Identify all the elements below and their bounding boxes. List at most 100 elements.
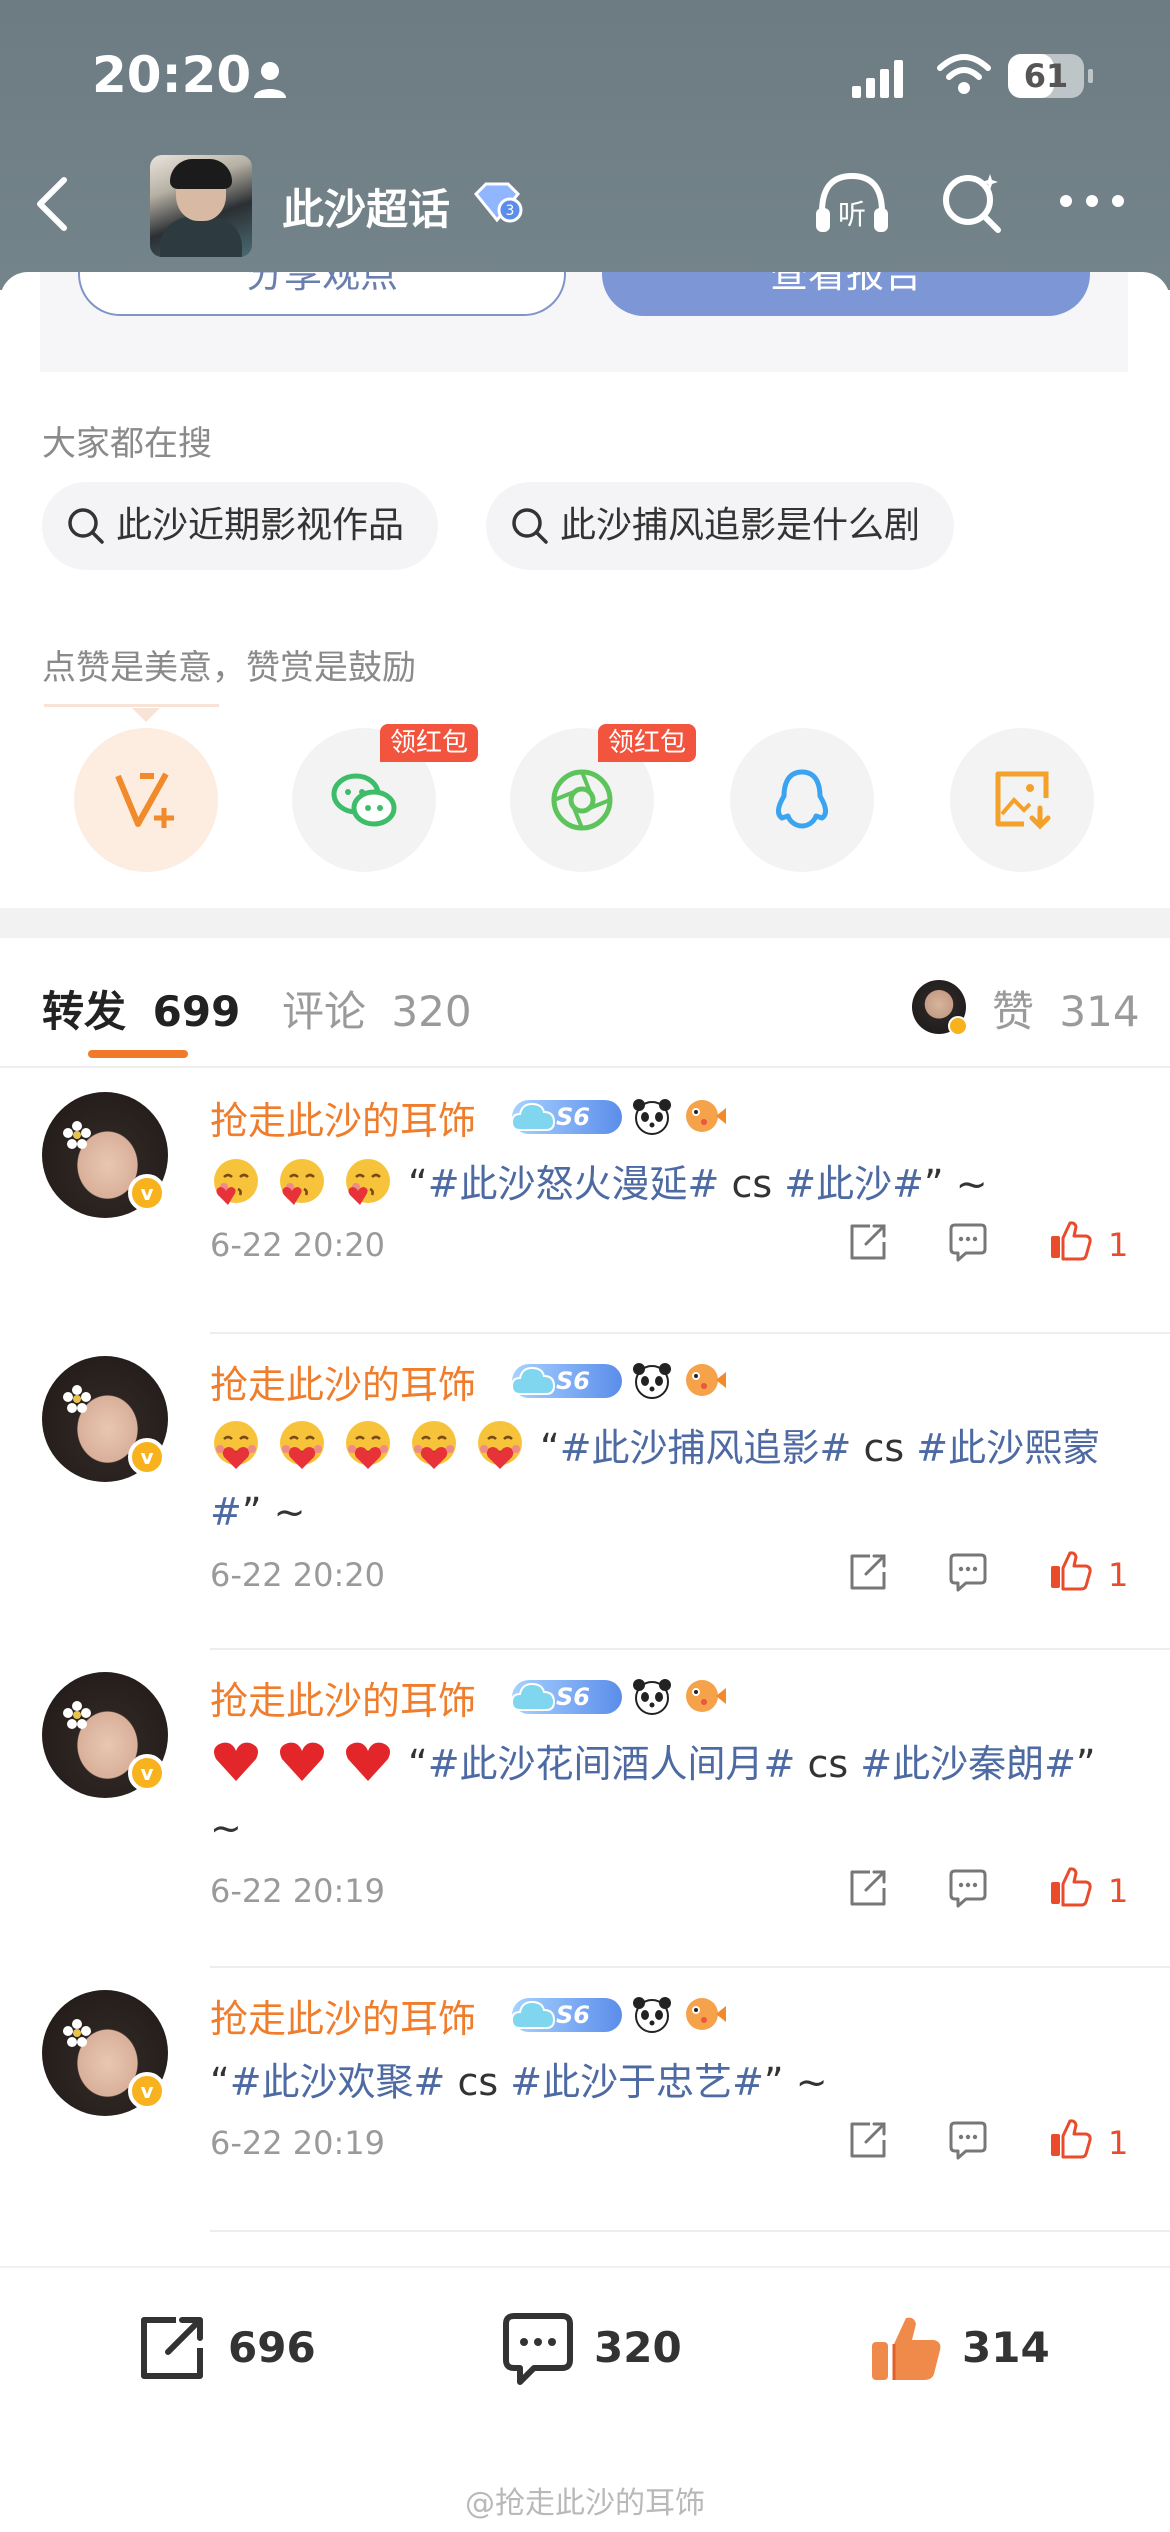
topic-avatar[interactable] [150, 155, 252, 257]
topic-title[interactable]: 此沙超话 [282, 176, 450, 237]
search-icon [68, 508, 104, 544]
user-badges: S6 [510, 1360, 732, 1400]
username[interactable]: 抢走此沙的耳饰 [210, 1988, 476, 2043]
qq-icon [775, 769, 829, 829]
search-chip[interactable]: 此沙捕风追影是什么剧 [486, 482, 955, 570]
repost-item[interactable]: v 抢走此沙的耳饰 S6 “#此沙花间酒人间月# cs #此沙秦朗#” ~ 6-22 2… [0, 1650, 1170, 1968]
nav-bar: 此沙超话 3 听 [0, 150, 1170, 260]
repost-icon [141, 2317, 203, 2379]
search-icon [512, 508, 548, 544]
view-report-button[interactable]: 查看报告 [602, 272, 1090, 316]
quote-close: ” ~ [763, 2060, 828, 2104]
svg-text:听: 听 [838, 198, 866, 231]
vplus-button[interactable] [44, 704, 219, 872]
thumbs-up-icon [872, 2317, 941, 2380]
quote-open: “ [540, 1426, 560, 1470]
listen-icon[interactable]: 听 [812, 168, 892, 238]
quote-open: “ [408, 1162, 428, 1206]
user-badges: S6 [510, 1096, 732, 1136]
share-row: 领红包 领红包 [0, 704, 1170, 888]
topic-tag[interactable]: #此沙捕风追影# [560, 1426, 852, 1470]
quote-open: “ [210, 2060, 230, 2104]
save-image-icon [995, 771, 1051, 830]
red-packet-badge: 领红包 [598, 724, 697, 762]
pufferfish-icon [686, 1998, 726, 2030]
red-heart-emoji [214, 1742, 258, 1781]
post-time: 6-22 20:19 [210, 1872, 386, 1910]
repost-action-icon[interactable] [846, 1866, 890, 1910]
qq-share-button[interactable] [730, 728, 874, 872]
item-separator [210, 2230, 1170, 2232]
like-count: 314 [962, 2323, 1050, 2372]
comment-action-icon[interactable] [946, 1220, 990, 1264]
thumbs-up-icon[interactable] [1048, 1864, 1092, 1908]
topic-tag[interactable]: #此沙于忠艺# [510, 2060, 764, 2104]
comment-action-icon[interactable] [946, 1866, 990, 1910]
cloud-icon [510, 1682, 556, 1711]
header: 20:20 61 此沙超话 3 听 [0, 0, 1170, 290]
item-like-count: 1 [1108, 2124, 1129, 2162]
repost-action-icon[interactable] [846, 1220, 890, 1264]
user-badges: S6 [510, 1676, 732, 1716]
thumbs-up-icon[interactable] [1048, 1218, 1092, 1262]
battery-tip [1088, 69, 1093, 83]
tab-comment[interactable]: 评论 320 [282, 978, 472, 1039]
more-icon[interactable] [1056, 188, 1128, 214]
search-chip[interactable]: 此沙近期影视作品 [42, 482, 439, 570]
post-time: 6-22 20:20 [210, 1226, 386, 1264]
quote-close: ” ~ [923, 1162, 988, 1206]
thumbs-up-icon[interactable] [1048, 1548, 1092, 1592]
repost-count: 696 [228, 2323, 316, 2372]
wifi-icon [937, 54, 991, 94]
topic-tag[interactable]: #此沙怒火漫延# [428, 1162, 720, 1206]
comment-action-icon[interactable] [946, 2118, 990, 2162]
repost-item[interactable]: v 抢走此沙的耳饰 S6 “#此沙捕风追影# cs #此沙熙蒙#” ~ 6-22 20:… [0, 1334, 1170, 1650]
topic-tag[interactable]: #此沙秦朗# [860, 1742, 1076, 1786]
comment-action-icon[interactable] [946, 1550, 990, 1594]
repost-item[interactable]: v 抢走此沙的耳饰 S6 “#此沙欢聚# cs #此沙于忠艺#” ~ 6-22 20:1… [0, 1968, 1170, 2232]
heart-hug-emoji [280, 1421, 324, 1469]
action-card: 分享观点 查看报告 [40, 272, 1128, 372]
topic-tag[interactable]: #此沙花间酒人间月# [428, 1742, 796, 1786]
text-segment: cs [795, 1742, 861, 1786]
share-opinion-button[interactable]: 分享观点 [78, 272, 566, 316]
topic-tag[interactable]: #此沙欢聚# [230, 2060, 446, 2104]
repost-action-icon[interactable] [846, 2118, 890, 2162]
red-heart-emoji [346, 1742, 390, 1781]
back-arrow-icon[interactable] [32, 174, 72, 234]
panda-icon [633, 1363, 671, 1399]
svg-text:3: 3 [506, 203, 515, 219]
text-segment: cs [851, 1426, 917, 1470]
red-heart-emoji [280, 1742, 324, 1781]
username[interactable]: 抢走此沙的耳饰 [210, 1090, 476, 1145]
panda-icon [633, 1997, 671, 2033]
tab-like[interactable]: 赞 314 [992, 978, 1140, 1039]
verified-badge: v [128, 2072, 166, 2110]
svip-badge: S6 [510, 1998, 622, 2032]
verified-badge: v [128, 1754, 166, 1792]
repost-item[interactable]: v 抢走此沙的耳饰 S6 “#此沙怒火漫延# cs #此沙#” ~ 6-22 20:20… [0, 1070, 1170, 1334]
cellular-signal-icon [852, 60, 903, 98]
repost-content: “#此沙捕风追影# cs #此沙熙蒙#” ~ [210, 1416, 1130, 1544]
search-icon[interactable] [938, 168, 1008, 238]
repost-content: “#此沙欢聚# cs #此沙于忠艺#” ~ [210, 2050, 1130, 2114]
item-like-count: 1 [1108, 1226, 1129, 1264]
text-segment: cs [719, 1162, 785, 1206]
svip-badge: S6 [510, 1364, 622, 1398]
status-time: 20:20 [92, 46, 252, 104]
post-time: 6-22 20:20 [210, 1556, 386, 1594]
wechat-icon [331, 773, 397, 827]
kiss-heart-emoji [214, 1159, 258, 1205]
username[interactable]: 抢走此沙的耳饰 [210, 1354, 476, 1409]
username[interactable]: 抢走此沙的耳饰 [210, 1670, 476, 1725]
save-image-button[interactable] [950, 728, 1094, 872]
thumbs-up-icon[interactable] [1048, 2116, 1092, 2160]
kiss-heart-emoji [346, 1159, 390, 1205]
liker-avatar[interactable] [912, 980, 968, 1036]
repost-action-icon[interactable] [846, 1550, 890, 1594]
tab-repost[interactable]: 转发 699 [42, 978, 240, 1039]
tip-label: 点赞是美意，赞赏是鼓励 [42, 648, 416, 688]
topic-tag[interactable]: #此沙# [784, 1162, 924, 1206]
pufferfish-icon [686, 1100, 726, 1132]
cloud-icon [510, 1102, 556, 1131]
